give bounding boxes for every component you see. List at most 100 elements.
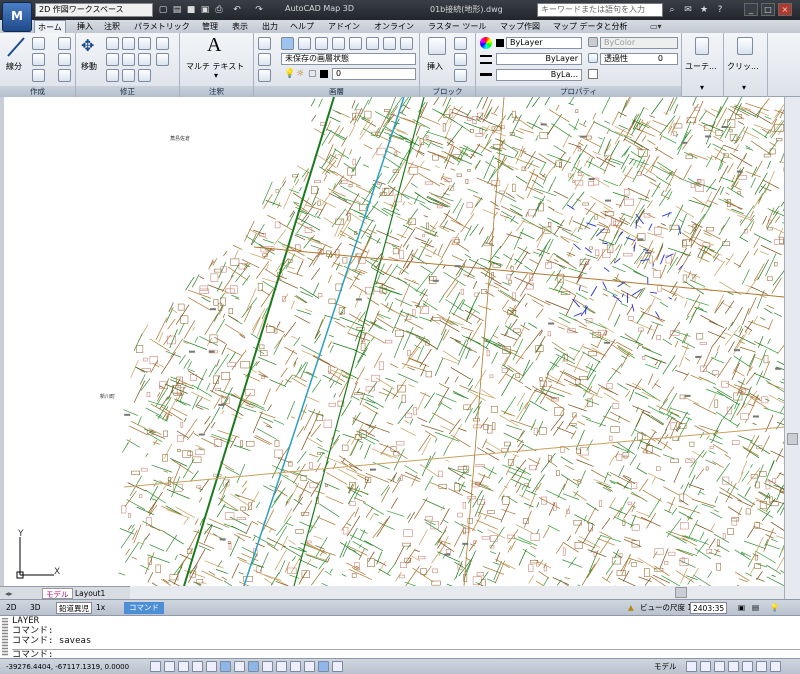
stretch-icon[interactable] (106, 69, 119, 82)
redo-icon[interactable]: ↷ (253, 4, 265, 16)
hatch-icon[interactable] (58, 69, 71, 82)
layer-unlock-icon[interactable] (400, 37, 413, 50)
application-menu-button[interactable]: M (2, 2, 32, 32)
layout-nav-icon[interactable]: ◂▸ (2, 588, 16, 599)
tab-model[interactable]: モデル (42, 588, 73, 599)
open-icon[interactable]: ▤ (171, 4, 183, 16)
vertical-scrollbar[interactable] (784, 97, 800, 599)
transparency-field[interactable]: 透過性 0 (600, 53, 678, 65)
scale-icon[interactable] (122, 69, 135, 82)
insert-button[interactable]: 挿入 (427, 61, 443, 72)
infer-constraints-toggle[interactable] (150, 661, 161, 672)
ortho-toggle[interactable] (192, 661, 203, 672)
view-3d-button[interactable]: 3D (30, 602, 41, 614)
dyn-toggle[interactable] (276, 661, 287, 672)
selection-cycling-toggle[interactable] (332, 661, 343, 672)
layer-lock-icon[interactable] (383, 37, 396, 50)
insert-block-icon[interactable] (428, 37, 446, 55)
lineweight-toggle[interactable] (290, 661, 301, 672)
copy-icon[interactable] (106, 53, 119, 66)
edit-block-icon[interactable] (454, 53, 467, 66)
lightbulb-icon[interactable]: 💡 (284, 69, 295, 79)
minimize-button[interactable]: _ (744, 3, 758, 16)
erase-icon[interactable] (138, 37, 151, 50)
tab-map-setup[interactable]: マップ作図 (500, 20, 540, 33)
ribbon-options-icon[interactable]: ▭▾ (650, 20, 662, 33)
block-panel-title[interactable]: ブロック (420, 86, 475, 97)
tab-addins[interactable]: アドイン (328, 20, 360, 33)
array-icon[interactable] (138, 69, 151, 82)
plot-style-dropdown[interactable]: ByColor (600, 37, 678, 49)
quick-view-layouts-icon[interactable] (686, 661, 697, 672)
workspace-switch-icon[interactable] (756, 661, 767, 672)
dimension-icon[interactable] (258, 37, 271, 50)
plot-icon[interactable]: ⎙ (213, 4, 225, 16)
calculator-icon[interactable] (695, 37, 709, 55)
undo-icon[interactable]: ↶ (231, 4, 243, 16)
tab-layout1[interactable]: Layout1 (72, 588, 108, 599)
model-space-button[interactable]: モデル (654, 661, 677, 673)
lock-ui-icon[interactable]: ▣ (738, 602, 745, 614)
paste-icon[interactable] (737, 37, 753, 55)
explode-icon[interactable] (156, 37, 169, 50)
map-name-field[interactable]: 鉛道異児 (56, 602, 92, 614)
tab-online[interactable]: オンライン (374, 20, 414, 33)
polar-toggle[interactable] (206, 661, 217, 672)
linetype-dropdown[interactable]: ByLayer (496, 53, 582, 65)
line-button[interactable]: 線分 (6, 61, 22, 72)
tab-raster-tools[interactable]: ラスター ツール (428, 20, 486, 33)
create-block-icon[interactable] (454, 37, 467, 50)
snap-toggle[interactable] (164, 661, 175, 672)
sun-icon[interactable]: ☼ (296, 69, 304, 79)
view-2d-button[interactable]: 2D (6, 602, 17, 614)
draw-panel-title[interactable]: 作成 (0, 86, 75, 97)
layer-color-swatch[interactable] (320, 70, 328, 78)
properties-panel-title[interactable]: プロパティ (476, 86, 681, 97)
help-icon[interactable]: ? (714, 4, 726, 16)
save-icon[interactable]: ■ (185, 4, 197, 16)
vertical-scroll-thumb[interactable] (787, 433, 798, 445)
mirror-icon[interactable] (122, 53, 135, 66)
layer-off-icon[interactable] (366, 37, 379, 50)
move-icon[interactable]: ✥ (81, 36, 94, 55)
save-as-icon[interactable]: ▣ (199, 4, 211, 16)
tab-annotate[interactable]: 注釈 (104, 20, 120, 33)
layer-isolate-icon[interactable] (332, 37, 345, 50)
maximize-button[interactable]: □ (761, 3, 775, 16)
zoom-icon[interactable] (728, 661, 739, 672)
circle-icon[interactable] (32, 53, 45, 66)
otrack-toggle[interactable] (248, 661, 259, 672)
layers-panel-title[interactable]: 画層 (254, 86, 419, 97)
zoom-level[interactable]: 1x (96, 602, 105, 614)
arc-icon[interactable] (58, 37, 71, 50)
polyline-icon[interactable] (32, 37, 45, 50)
match-properties-icon[interactable] (480, 37, 492, 49)
layer-previous-icon[interactable] (315, 37, 328, 50)
steering-wheel-icon[interactable] (742, 661, 753, 672)
isolate-objects-icon[interactable]: 💡 (770, 602, 779, 614)
communication-center-icon[interactable]: ✉ (682, 4, 694, 16)
3d-osnap-toggle[interactable] (234, 661, 245, 672)
tab-manage[interactable]: 管理 (202, 20, 218, 33)
layer-state-dropdown[interactable]: 未保存の画層状態 (281, 53, 416, 65)
new-icon[interactable]: ▢ (157, 4, 169, 16)
quick-properties-toggle[interactable] (318, 661, 329, 672)
offset-icon[interactable] (156, 53, 169, 66)
leader-icon[interactable] (258, 53, 271, 66)
cursor-coordinates[interactable]: -39276.4404, -67117.1319, 0.0000 (6, 661, 129, 673)
utilities-expand-icon[interactable]: ▾ (700, 83, 704, 92)
tab-view[interactable]: 表示 (232, 20, 248, 33)
line-icon[interactable] (6, 36, 26, 58)
rotate-icon[interactable] (106, 37, 119, 50)
horizontal-scrollbar[interactable] (130, 586, 784, 599)
fillet-icon[interactable] (138, 53, 151, 66)
tab-insert[interactable]: 挿入 (77, 20, 93, 33)
drawing-area[interactable]: 蔦島佐倉 新川町 Y X (0, 97, 784, 599)
annotation-scale-label[interactable]: ビューの尺度 1 (640, 602, 692, 614)
horizontal-scroll-thumb[interactable] (675, 587, 687, 598)
lineweight-dropdown[interactable]: ByLa... (496, 69, 582, 81)
clipboard-button[interactable]: クリッ... (727, 61, 759, 72)
quick-view-drawings-icon[interactable] (700, 661, 711, 672)
table-icon[interactable] (258, 69, 271, 82)
list-icon[interactable] (588, 53, 598, 63)
